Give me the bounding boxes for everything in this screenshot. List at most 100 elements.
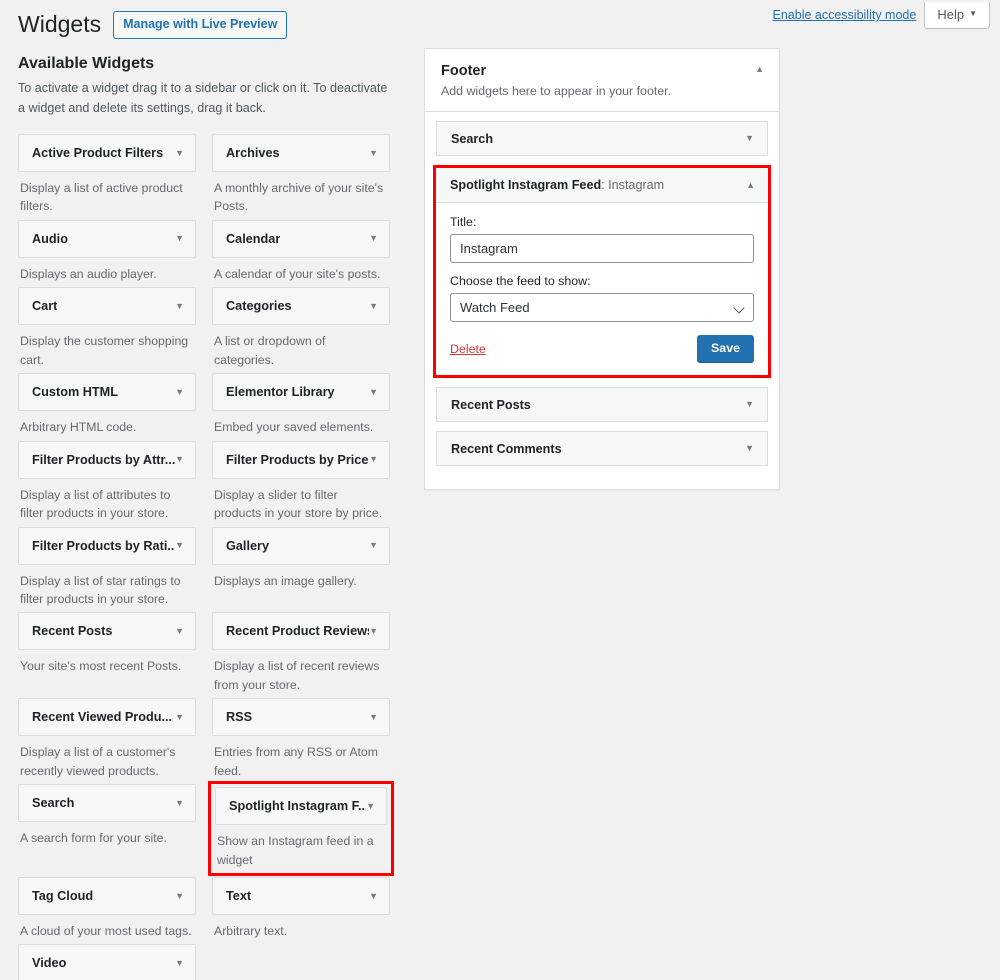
available-widget-text[interactable]: Text ▼ <box>212 877 390 916</box>
chevron-down-icon[interactable]: ▼ <box>369 148 378 158</box>
collapse-up-icon[interactable]: ▲ <box>755 64 764 74</box>
widget-description: Displays an audio player. <box>20 266 157 281</box>
available-widget-gallery[interactable]: Gallery ▼ <box>212 526 390 565</box>
footer-panel-body: Search ▼ Spotlight Instagram Feed: Instagr… <box>425 112 779 489</box>
title-input[interactable] <box>450 234 754 263</box>
feed-select-label: Choose the feed to show: <box>450 274 591 288</box>
available-widget-tag-cloud[interactable]: Tag Cloud ▼ <box>18 877 196 916</box>
expand-down-icon[interactable]: ▼ <box>745 134 754 143</box>
available-widget-cell: Recent Product Reviews ▼ Display a list of… <box>212 612 390 694</box>
sidebar-widget-spotlight-instagram-feed: Spotlight Instagram Feed: Instagram ▲ Titl… <box>433 165 771 378</box>
chevron-down-icon[interactable]: ▼ <box>175 626 184 636</box>
available-widget-calendar[interactable]: Calendar ▼ <box>212 219 390 258</box>
available-widget-cell: Audio ▼ Displays an audio player. <box>18 219 196 283</box>
available-widget-filter-products-by-rati[interactable]: Filter Products by Rati... ▼ <box>18 526 196 565</box>
sidebar-widget-base-name: Recent Posts <box>451 397 531 412</box>
chevron-down-icon[interactable]: ▼ <box>369 234 378 243</box>
available-widget-archives[interactable]: Archives ▼ <box>212 134 390 173</box>
widget-description: Entries from any RSS or Atom feed. <box>214 745 379 778</box>
available-widget-cell: Custom HTML ▼ Arbitrary HTML code. <box>18 373 196 436</box>
sidebar-widget-header-recent-posts[interactable]: Recent Posts ▼ <box>436 387 768 422</box>
chevron-down-icon[interactable]: ▼ <box>175 958 184 968</box>
available-widget-cell: Elementor Library ▼ Embed your saved eleme… <box>212 373 390 436</box>
chevron-down-icon[interactable]: ▼ <box>369 541 378 550</box>
widget-description: Display a list of recent reviews from yo… <box>214 659 380 692</box>
widget-description: Show an Instagram feed in a widget <box>217 834 374 867</box>
help-button[interactable]: Help ▼ <box>924 1 990 29</box>
widget-name: Spotlight Instagram F... <box>229 799 367 814</box>
chevron-down-icon[interactable]: ▼ <box>369 891 378 901</box>
instagram-widget-form: Title: Choose the feed to show: Watch Feed… <box>436 203 768 375</box>
widget-name: Categories <box>226 299 292 314</box>
chevron-down-icon[interactable]: ▼ <box>175 387 184 397</box>
expand-down-icon[interactable]: ▼ <box>745 400 754 409</box>
chevron-down-icon[interactable]: ▼ <box>175 891 184 901</box>
chevron-down-icon[interactable]: ▼ <box>175 541 184 550</box>
available-widget-audio[interactable]: Audio ▼ <box>18 219 196 258</box>
widget-name: Archives <box>226 146 280 161</box>
available-widget-recent-product-reviews[interactable]: Recent Product Reviews ▼ <box>212 612 390 651</box>
chevron-down-icon[interactable]: ▼ <box>369 387 378 397</box>
available-widget-recent-viewed-produ[interactable]: Recent Viewed Produ... ▼ <box>18 698 196 737</box>
chevron-down-icon[interactable]: ▼ <box>369 626 378 636</box>
sidebar-widget-recent-comments: Recent Comments ▼ <box>436 431 768 466</box>
chevron-down-icon[interactable]: ▼ <box>369 455 378 464</box>
chevron-down-icon[interactable]: ▼ <box>175 301 184 311</box>
collapse-up-icon[interactable]: ▲ <box>746 180 755 190</box>
chevron-down-icon[interactable]: ▼ <box>175 234 184 243</box>
available-widget-rss[interactable]: RSS ▼ <box>212 698 390 737</box>
delete-widget-link[interactable]: Delete <box>450 342 486 356</box>
sidebar-widget-header-search[interactable]: Search ▼ <box>436 121 768 156</box>
chevron-down-icon[interactable]: ▼ <box>369 712 378 722</box>
available-widget-cell: Filter Products by Rati... ▼ Display a lis… <box>18 526 196 609</box>
widget-description: A search form for your site. <box>20 831 167 846</box>
available-widget-spotlight-instagram-f[interactable]: Spotlight Instagram F... ▼ <box>215 787 387 826</box>
available-widget-video[interactable]: Video ▼ <box>18 944 196 980</box>
widget-name: Custom HTML <box>32 385 118 400</box>
chevron-down-icon[interactable]: ▼ <box>369 301 378 311</box>
available-widget-elementor-library[interactable]: Elementor Library ▼ <box>212 373 390 412</box>
widget-description: A cloud of your most used tags. <box>20 924 192 939</box>
footer-panel-header[interactable]: Footer Add widgets here to appear in you… <box>425 49 779 112</box>
available-widget-categories[interactable]: Categories ▼ <box>212 287 390 326</box>
available-widget-recent-posts[interactable]: Recent Posts ▼ <box>18 612 196 651</box>
chevron-down-icon[interactable]: ▼ <box>175 455 184 464</box>
available-widget-cell: Gallery ▼ Displays an image gallery. <box>212 526 390 609</box>
widget-name: Filter Products by Price <box>226 452 369 467</box>
widget-description: Display the customer shopping cart. <box>20 334 189 367</box>
available-widget-cell: Recent Posts ▼ Your site's most recent Pos… <box>18 612 196 694</box>
chevron-down-icon[interactable]: ▼ <box>366 801 375 811</box>
available-widget-cell: Cart ▼ Display the customer shopping cart. <box>18 287 196 369</box>
enable-accessibility-mode-link[interactable]: Enable accessibility mode <box>773 8 917 22</box>
available-widget-filter-products-by-price[interactable]: Filter Products by Price ▼ <box>212 440 390 479</box>
available-widget-custom-html[interactable]: Custom HTML ▼ <box>18 373 196 412</box>
available-widget-cell: RSS ▼ Entries from any RSS or Atom feed. <box>212 698 390 780</box>
chevron-down-icon[interactable]: ▼ <box>175 798 184 808</box>
available-widget-cell: Active Product Filters ▼ Display a list of… <box>18 134 196 216</box>
available-widget-active-product-filters[interactable]: Active Product Filters ▼ <box>18 134 196 173</box>
sidebar-widget-name: Recent Posts <box>451 398 531 412</box>
save-button[interactable]: Save <box>697 335 754 362</box>
widget-description: A calendar of your site's posts. <box>214 266 381 281</box>
available-widget-cell: Categories ▼ A list or dropdown of categor… <box>212 287 390 369</box>
top-bar: Enable accessibility mode Help ▼ <box>773 0 990 30</box>
available-widget-cell: Text ▼ Arbitrary text. <box>212 877 390 940</box>
sidebar-widget-header-recent-comments[interactable]: Recent Comments ▼ <box>436 431 768 466</box>
available-widgets-description: To activate a widget drag it to a sideba… <box>18 81 388 115</box>
available-widget-filter-products-by-attr[interactable]: Filter Products by Attr... ▼ <box>18 440 196 479</box>
manage-with-live-preview-button[interactable]: Manage with Live Preview <box>113 11 288 39</box>
chevron-down-icon[interactable]: ▼ <box>175 712 184 722</box>
widget-name: Recent Viewed Produ... <box>32 710 173 725</box>
widget-description: Arbitrary HTML code. <box>20 420 137 435</box>
widget-name: Calendar <box>226 231 281 246</box>
available-widget-cell: Search ▼ A search form for your site. <box>18 784 196 873</box>
widget-description: Embed your saved elements. <box>214 420 374 435</box>
sidebar-widget-header-spotlight-instagram-feed[interactable]: Spotlight Instagram Feed: Instagram ▲ <box>436 168 768 203</box>
available-widget-cell: Recent Viewed Produ... ▼ Display a list of… <box>18 698 196 780</box>
feed-select[interactable]: Watch Feed <box>450 293 754 322</box>
expand-down-icon[interactable]: ▼ <box>745 444 754 453</box>
chevron-down-icon[interactable]: ▼ <box>175 148 184 158</box>
available-widget-search[interactable]: Search ▼ <box>18 784 196 823</box>
available-widget-cart[interactable]: Cart ▼ <box>18 287 196 326</box>
widget-name: Audio <box>32 231 68 246</box>
